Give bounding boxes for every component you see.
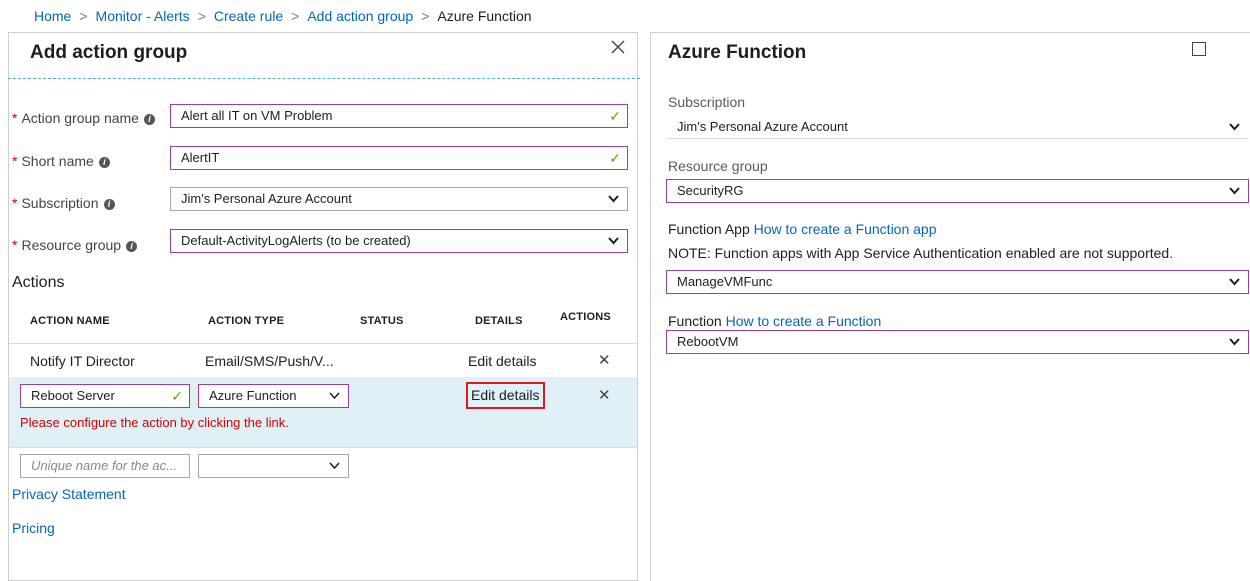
- checkmark-icon: ✓: [171, 388, 183, 404]
- right-panel-title: Azure Function: [668, 42, 807, 63]
- function-label: Function: [668, 313, 722, 329]
- table-row-1-type: Email/SMS/Push/V...: [205, 353, 334, 369]
- breadcrumb-separator: >: [79, 8, 88, 24]
- breadcrumb-separator: >: [197, 8, 206, 24]
- action-name-input[interactable]: Reboot Server ✓: [20, 384, 190, 408]
- delete-icon[interactable]: ✕: [598, 351, 611, 369]
- table-header-divider: [9, 343, 637, 344]
- privacy-statement-link[interactable]: Privacy Statement: [12, 486, 126, 502]
- resource-group-select[interactable]: Default-ActivityLogAlerts (to be created…: [170, 229, 628, 253]
- required-marker: *: [12, 195, 18, 211]
- subscription-label: Subscription: [668, 94, 746, 110]
- chevron-down-icon: [1229, 180, 1240, 210]
- left-panel-title: Add action group: [30, 42, 188, 63]
- field-label-resource-group: * Resource group i: [12, 237, 138, 253]
- checkmark-icon: ✓: [609, 150, 621, 166]
- breadcrumb-separator: >: [291, 8, 300, 24]
- chevron-down-icon: [1229, 116, 1240, 146]
- configure-action-error: Please configure the action by clicking …: [20, 415, 289, 430]
- chevron-down-icon: [1229, 271, 1240, 301]
- breadcrumb-create-rule[interactable]: Create rule: [214, 8, 283, 24]
- new-action-type-select[interactable]: [198, 454, 349, 478]
- info-icon[interactable]: i: [126, 240, 138, 252]
- breadcrumb: Home > Monitor - Alerts > Create rule > Add ac…: [34, 8, 532, 24]
- chevron-down-icon: [608, 230, 619, 260]
- field-label-short-name: * Short name i: [12, 153, 110, 169]
- function-app-label: Function App: [668, 221, 750, 237]
- column-header-actions: ACTIONS: [560, 311, 611, 323]
- maximize-icon[interactable]: [1192, 42, 1206, 56]
- table-row-2-edit-details-link[interactable]: Edit details: [466, 382, 546, 409]
- table-row-divider: [9, 447, 637, 448]
- breadcrumb-monitor-alerts[interactable]: Monitor - Alerts: [96, 8, 190, 24]
- chevron-down-icon: [1229, 331, 1240, 361]
- create-function-link[interactable]: How to create a Function: [726, 313, 882, 329]
- delete-icon[interactable]: ✕: [598, 386, 611, 404]
- subscription-select[interactable]: Jim's Personal Azure Account: [170, 187, 628, 211]
- column-header-action-name: ACTION NAME: [30, 315, 110, 327]
- column-header-action-type: ACTION TYPE: [208, 315, 285, 327]
- new-action-name-input[interactable]: Unique name for the ac...: [20, 454, 190, 478]
- checkmark-icon: ✓: [609, 108, 621, 124]
- function-app-note: NOTE: Function apps with App Service Aut…: [668, 245, 1174, 261]
- info-icon[interactable]: i: [103, 198, 115, 210]
- function-app-label-row: Function App How to create a Function ap…: [668, 221, 937, 237]
- field-label-subscription: * Subscription i: [12, 195, 115, 211]
- chevron-down-icon: [329, 385, 340, 415]
- function-app-select[interactable]: ManageVMFunc: [666, 270, 1249, 294]
- column-header-details: DETAILS: [475, 315, 523, 327]
- breadcrumb-add-action-group[interactable]: Add action group: [307, 8, 413, 24]
- action-group-name-input[interactable]: Alert all IT on VM Problem ✓: [170, 104, 628, 128]
- chevron-down-icon: [608, 188, 619, 218]
- function-resource-group-select[interactable]: SecurityRG: [666, 179, 1249, 203]
- short-name-input[interactable]: AlertIT ✓: [170, 146, 628, 170]
- column-header-status: STATUS: [360, 315, 404, 327]
- action-type-select[interactable]: Azure Function: [198, 384, 349, 408]
- breadcrumb-current: Azure Function: [437, 8, 532, 24]
- breadcrumb-separator: >: [421, 8, 430, 24]
- breadcrumb-home[interactable]: Home: [34, 8, 71, 24]
- actions-heading: Actions: [12, 274, 65, 291]
- close-icon[interactable]: [610, 38, 626, 61]
- resource-group-label: Resource group: [668, 158, 768, 174]
- function-select[interactable]: RebootVM: [666, 330, 1249, 354]
- info-icon[interactable]: i: [143, 113, 155, 125]
- title-divider: [8, 78, 640, 79]
- required-marker: *: [12, 110, 18, 126]
- function-label-row: Function How to create a Function: [668, 313, 881, 329]
- field-label-action-group-name: * Action group name i: [12, 110, 155, 126]
- required-marker: *: [12, 153, 18, 169]
- function-subscription-select[interactable]: Jim's Personal Azure Account: [666, 115, 1249, 139]
- info-icon[interactable]: i: [98, 156, 110, 168]
- table-row-1-name: Notify IT Director: [30, 353, 135, 369]
- required-marker: *: [12, 237, 18, 253]
- chevron-down-icon: [329, 455, 340, 485]
- pricing-link[interactable]: Pricing: [12, 520, 55, 536]
- table-row-1-edit-details-link[interactable]: Edit details: [468, 353, 536, 369]
- create-function-app-link[interactable]: How to create a Function app: [754, 221, 937, 237]
